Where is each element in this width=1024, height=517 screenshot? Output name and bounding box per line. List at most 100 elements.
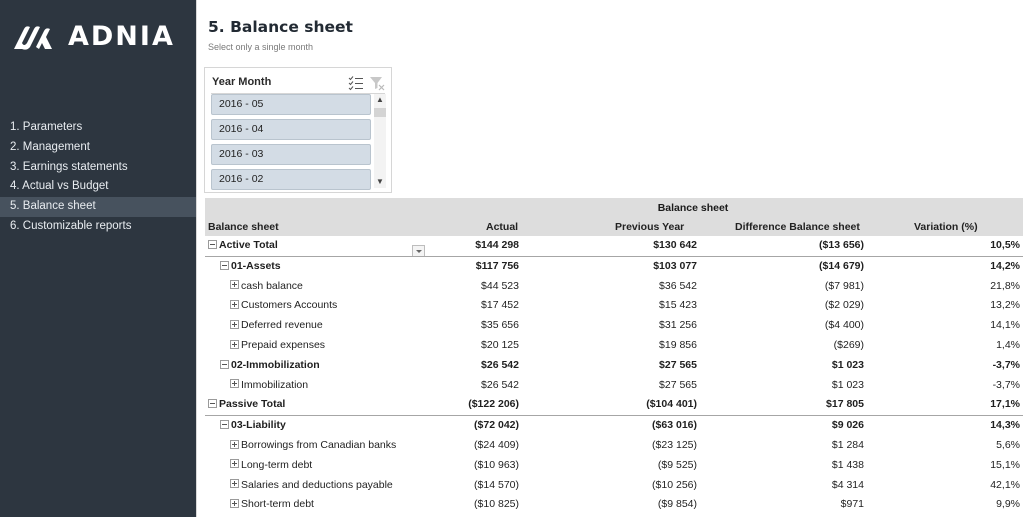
expand-icon[interactable] xyxy=(230,499,239,509)
collapse-icon[interactable] xyxy=(208,239,217,249)
variation-value: 17,1% xyxy=(990,398,1020,411)
table-row: Deferred revenue $35 656 $31 256 ($4 400) 14… xyxy=(205,316,1023,336)
column-header-previous-year: Previous Year xyxy=(615,221,685,233)
row-label: Long-term debt xyxy=(230,456,312,476)
expand-icon[interactable] xyxy=(230,339,239,349)
slicer-item[interactable]: 2016 - 03 xyxy=(211,144,371,165)
row-label-text: 03-Liability xyxy=(231,419,286,432)
expand-icon[interactable] xyxy=(230,280,239,290)
variation-value: 9,9% xyxy=(996,498,1020,511)
previous-year-value: $27 565 xyxy=(659,378,697,391)
scroll-thumb[interactable] xyxy=(374,108,386,117)
sidebar-item-management[interactable]: 2. Management xyxy=(0,138,196,158)
difference-value: $1 284 xyxy=(831,438,864,451)
collapse-icon[interactable] xyxy=(208,399,217,409)
clear-filter-icon[interactable] xyxy=(369,75,385,91)
difference-value: $1 023 xyxy=(831,358,864,371)
sidebar-item-earnings-statements[interactable]: 3. Earnings statements xyxy=(0,158,196,178)
row-label: Immobilization xyxy=(230,376,308,396)
row-label: Prepaid expenses xyxy=(230,336,325,356)
variation-value: 21,8% xyxy=(990,279,1020,292)
row-label: Passive Total xyxy=(208,395,285,415)
table-row: Customers Accounts $17 452 $15 423 ($2 029)… xyxy=(205,296,1023,316)
difference-value: ($13 656) xyxy=(819,239,864,251)
table-row: 02-Immobilization $26 542 $27 565 $1 023 -3,… xyxy=(205,356,1023,376)
actual-value: $44 523 xyxy=(481,279,519,292)
chevron-up-icon[interactable]: ▲ xyxy=(374,94,386,106)
pivot-body: Active Total $144 298 $130 642 ($13 656) 10,… xyxy=(205,236,1023,515)
variation-value: 14,1% xyxy=(990,319,1020,332)
collapse-icon[interactable] xyxy=(220,419,229,429)
difference-value: ($4 400) xyxy=(824,319,864,332)
difference-value: ($7 981) xyxy=(824,279,864,292)
sidebar-item-customizable-reports[interactable]: 6. Customizable reports xyxy=(0,217,196,237)
table-row: Long-term debt ($10 963) ($9 525) $1 438 15,… xyxy=(205,456,1023,476)
collapse-icon[interactable] xyxy=(220,260,229,270)
previous-year-value: ($104 401) xyxy=(646,398,697,411)
slicer-item[interactable]: 2016 - 05 xyxy=(211,94,371,115)
variation-value: 5,6% xyxy=(996,438,1020,451)
actual-value: $26 542 xyxy=(481,358,519,371)
difference-value: $1 023 xyxy=(831,378,864,391)
chevron-down-icon[interactable]: ▼ xyxy=(374,176,386,188)
actual-value: $144 298 xyxy=(475,239,519,251)
row-label-text: Long-term debt xyxy=(241,458,313,471)
sidebar-item-actual-vs-budget[interactable]: 4. Actual vs Budget xyxy=(0,177,196,197)
row-label-text: 01-Assets xyxy=(231,259,281,272)
row-label: 02-Immobilization xyxy=(220,356,320,376)
difference-value: $1 438 xyxy=(831,458,864,471)
slicer-item[interactable]: 2016 - 04 xyxy=(211,119,371,140)
expand-icon[interactable] xyxy=(230,439,239,449)
actual-value: ($14 570) xyxy=(474,478,519,491)
page-subtitle: Select only a single month xyxy=(208,42,314,52)
expand-icon[interactable] xyxy=(230,479,239,489)
column-header-balance-sheet: Balance sheet xyxy=(208,221,279,233)
variation-value: 10,5% xyxy=(990,239,1020,251)
sidebar-item-parameters[interactable]: 1. Parameters xyxy=(0,118,196,138)
sidebar-nav: 1. Parameters 2. Management 3. Earnings … xyxy=(0,118,196,237)
table-row: 03-Liability ($72 042) ($63 016) $9 026 14,3… xyxy=(205,416,1023,436)
row-label-text: Immobilization xyxy=(241,378,309,391)
slicer-item[interactable]: 2016 - 02 xyxy=(211,169,371,190)
row-label: 03-Liability xyxy=(220,416,286,436)
variation-value: 1,4% xyxy=(996,338,1020,351)
row-label-text: Passive Total xyxy=(219,398,286,411)
difference-value: $971 xyxy=(840,498,864,511)
table-row: Salaries and deductions payable ($14 570)… xyxy=(205,476,1023,496)
difference-value: ($269) xyxy=(833,338,864,351)
slicer-scrollbar[interactable]: ▲ ▼ xyxy=(374,94,386,188)
expand-icon[interactable] xyxy=(230,300,239,310)
sidebar: ADNIA 1. Parameters 2. Management 3. Ear… xyxy=(0,0,197,517)
difference-value: ($14 679) xyxy=(819,259,864,272)
previous-year-value: $27 565 xyxy=(659,358,697,371)
actual-value: $26 542 xyxy=(481,378,519,391)
expand-icon[interactable] xyxy=(230,319,239,329)
page-title: 5. Balance sheet xyxy=(208,18,353,36)
brand-logo: ADNIA xyxy=(12,22,175,52)
previous-year-value: ($9 525) xyxy=(657,458,697,471)
sidebar-item-balance-sheet[interactable]: 5. Balance sheet xyxy=(0,197,196,217)
variation-value: 13,2% xyxy=(990,299,1020,312)
difference-value: $9 026 xyxy=(831,419,864,432)
brand-name: ADNIA xyxy=(68,21,175,52)
slicer-title: Year Month xyxy=(212,76,272,88)
row-label: cash balance xyxy=(230,277,303,297)
row-label: Salaries and deductions payable xyxy=(230,476,393,496)
actual-value: $117 756 xyxy=(475,259,519,272)
actual-value: ($10 963) xyxy=(474,458,519,471)
expand-icon[interactable] xyxy=(230,379,239,389)
variation-value: 14,3% xyxy=(990,419,1020,432)
row-label-text: Prepaid expenses xyxy=(241,338,326,351)
actual-value: ($24 409) xyxy=(474,438,519,451)
row-label-text: Active Total xyxy=(219,239,278,251)
collapse-icon[interactable] xyxy=(220,359,229,369)
previous-year-value: $103 077 xyxy=(653,259,697,272)
adnia-logo-icon xyxy=(14,26,52,50)
multi-select-icon[interactable] xyxy=(348,75,364,91)
previous-year-value: $15 423 xyxy=(659,299,697,312)
previous-year-value: ($9 854) xyxy=(657,498,697,511)
difference-value: $4 314 xyxy=(831,478,864,491)
actual-value: ($10 825) xyxy=(474,498,519,511)
previous-year-value: ($23 125) xyxy=(652,438,697,451)
expand-icon[interactable] xyxy=(230,459,239,469)
